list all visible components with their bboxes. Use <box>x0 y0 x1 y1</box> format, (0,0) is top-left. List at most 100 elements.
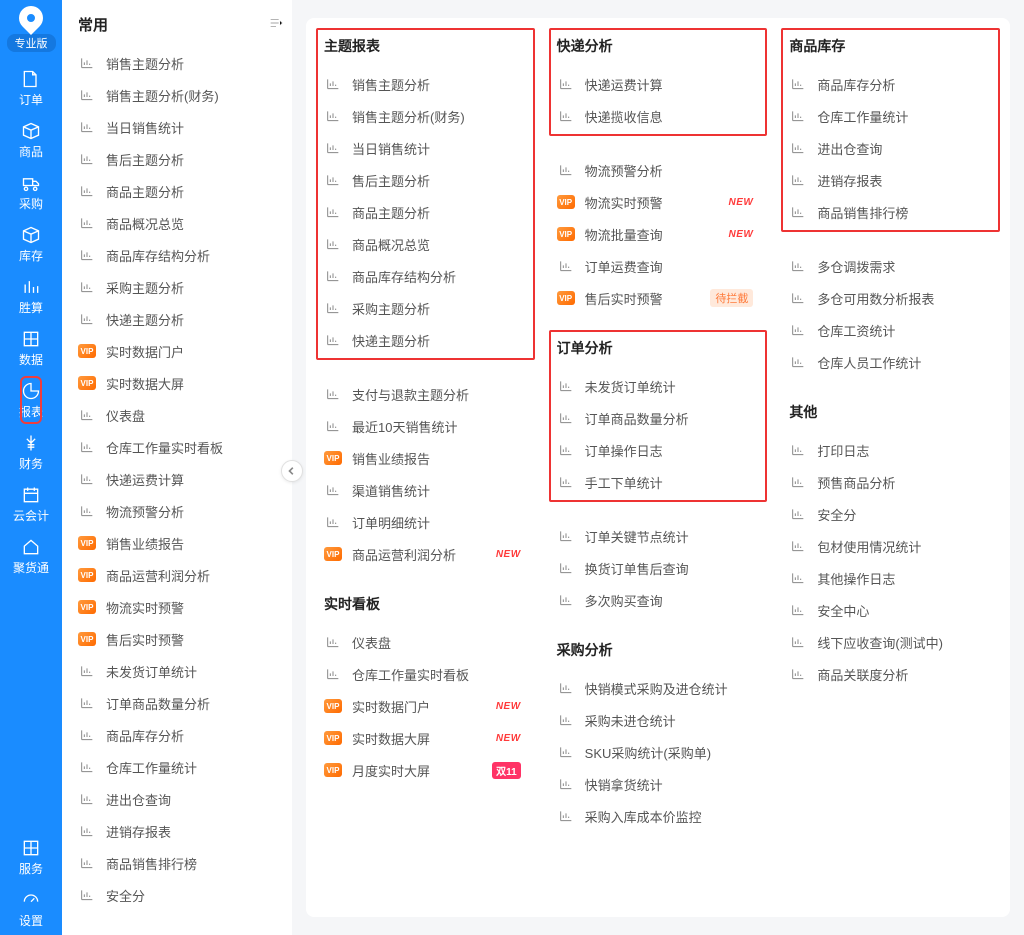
nav-item-胜算[interactable]: 胜算 <box>13 270 49 322</box>
report-item[interactable]: 安全分 <box>789 498 992 530</box>
report-item[interactable]: 进销存报表 <box>78 815 284 847</box>
report-item[interactable]: VIP实时数据大屏NEW <box>324 722 527 754</box>
report-item[interactable]: 未发货订单统计 <box>78 655 284 687</box>
report-item[interactable]: VIP实时数据门户 <box>78 335 284 367</box>
report-item[interactable]: 销售主题分析 <box>78 47 284 79</box>
report-item[interactable]: 当日销售统计 <box>324 132 527 164</box>
report-item[interactable]: 仓库人员工作统计 <box>789 346 992 378</box>
report-item[interactable]: 当日销售统计 <box>78 111 284 143</box>
report-item[interactable]: 预售商品分析 <box>789 466 992 498</box>
report-item[interactable]: 仓库工资统计 <box>789 314 992 346</box>
report-item[interactable]: 商品销售排行榜 <box>78 847 284 879</box>
nav-item-订单[interactable]: 订单 <box>13 62 49 114</box>
nav-item-采购[interactable]: 采购 <box>13 166 49 218</box>
report-item[interactable]: 其他操作日志 <box>789 562 992 594</box>
report-item[interactable]: VIP售后实时预警待拦截 <box>557 282 760 314</box>
report-item[interactable]: 仓库工作量统计 <box>78 751 284 783</box>
nav-item-财务[interactable]: 财务 <box>13 426 49 478</box>
report-item[interactable]: VIP物流批量查询NEW <box>557 218 760 250</box>
report-item[interactable]: 快递主题分析 <box>78 303 284 335</box>
report-item[interactable]: 销售主题分析(财务) <box>324 100 527 132</box>
report-item[interactable]: 物流预警分析 <box>557 154 760 186</box>
report-item[interactable]: 物流预警分析 <box>78 495 284 527</box>
report-item[interactable]: 进销存报表 <box>789 164 992 196</box>
report-item[interactable]: 包材使用情况统计 <box>789 530 992 562</box>
report-item[interactable]: 订单关键节点统计 <box>557 520 760 552</box>
report-item[interactable]: VIP售后实时预警 <box>78 623 284 655</box>
report-item[interactable]: 快递运费计算 <box>78 463 284 495</box>
panel-config-icon[interactable] <box>268 15 284 35</box>
report-item[interactable]: VIP月度实时大屏双11 <box>324 754 527 786</box>
report-item[interactable]: 售后主题分析 <box>324 164 527 196</box>
report-item[interactable]: 商品销售排行榜 <box>789 196 992 228</box>
report-item[interactable]: 多仓可用数分析报表 <box>789 282 992 314</box>
nav-item-设置[interactable]: 设置 <box>19 883 43 935</box>
report-item[interactable]: VIP物流实时预警 <box>78 591 284 623</box>
report-item[interactable]: 快销模式采购及进仓统计 <box>557 672 760 704</box>
report-item[interactable]: 采购主题分析 <box>324 292 527 324</box>
report-item[interactable]: 仪表盘 <box>78 399 284 431</box>
nav-item-商品[interactable]: 商品 <box>13 114 49 166</box>
nav-item-服务[interactable]: 服务 <box>19 831 43 883</box>
report-item[interactable]: 线下应收查询(测试中) <box>789 626 992 658</box>
report-item[interactable]: 换货订单售后查询 <box>557 552 760 584</box>
report-column: 商品库存商品库存分析仓库工作量统计进出仓查询进销存报表商品销售排行榜多仓调拨需求… <box>789 34 992 901</box>
report-item[interactable]: 渠道销售统计 <box>324 474 527 506</box>
report-item[interactable]: 售后主题分析 <box>78 143 284 175</box>
report-item[interactable]: 商品库存结构分析 <box>324 260 527 292</box>
nav-item-数据[interactable]: 数据 <box>13 322 49 374</box>
nav-item-报表[interactable]: 报表 <box>13 374 49 426</box>
report-item[interactable]: 仪表盘 <box>324 626 527 658</box>
report-item[interactable]: 商品库存分析 <box>789 68 992 100</box>
report-item[interactable]: 订单商品数量分析 <box>78 687 284 719</box>
nav-item-云会计[interactable]: 云会计 <box>13 478 49 530</box>
report-item[interactable]: VIP销售业绩报告 <box>324 442 527 474</box>
report-item[interactable]: 商品主题分析 <box>78 175 284 207</box>
report-item[interactable]: 销售主题分析(财务) <box>78 79 284 111</box>
report-item[interactable]: 订单操作日志 <box>557 434 760 466</box>
collapse-panel-button[interactable] <box>281 460 303 482</box>
report-item[interactable]: VIP实时数据门户NEW <box>324 690 527 722</box>
report-item[interactable]: 支付与退款主题分析 <box>324 378 527 410</box>
report-item[interactable]: 多次购买查询 <box>557 584 760 616</box>
report-item[interactable]: 商品概况总览 <box>78 207 284 239</box>
nav-item-聚货通[interactable]: 聚货通 <box>13 530 49 582</box>
report-item[interactable]: 采购入库成本价监控 <box>557 800 760 832</box>
report-item[interactable]: 多仓调拨需求 <box>789 250 992 282</box>
report-item[interactable]: 打印日志 <box>789 434 992 466</box>
report-item[interactable]: 快递运费计算 <box>557 68 760 100</box>
report-item[interactable]: 安全中心 <box>789 594 992 626</box>
report-item[interactable]: 进出仓查询 <box>78 783 284 815</box>
report-item[interactable]: 安全分 <box>78 879 284 911</box>
report-item[interactable]: VIP物流实时预警NEW <box>557 186 760 218</box>
report-item[interactable]: 销售主题分析 <box>324 68 527 100</box>
report-item[interactable]: 快递主题分析 <box>324 324 527 356</box>
report-item[interactable]: 商品主题分析 <box>324 196 527 228</box>
nav-item-库存[interactable]: 库存 <box>13 218 49 270</box>
report-item[interactable]: 快递揽收信息 <box>557 100 760 132</box>
report-item[interactable]: 采购主题分析 <box>78 271 284 303</box>
row-icon <box>324 75 342 93</box>
report-item[interactable]: VIP商品运营利润分析 <box>78 559 284 591</box>
report-item[interactable]: SKU采购统计(采购单) <box>557 736 760 768</box>
row-icon <box>78 502 96 520</box>
report-item[interactable]: VIP销售业绩报告 <box>78 527 284 559</box>
report-item[interactable]: 订单明细统计 <box>324 506 527 538</box>
report-item[interactable]: 商品概况总览 <box>324 228 527 260</box>
report-item[interactable]: 快销拿货统计 <box>557 768 760 800</box>
report-item[interactable]: 订单运费查询 <box>557 250 760 282</box>
report-item[interactable]: 未发货订单统计 <box>557 370 760 402</box>
report-item[interactable]: 商品库存结构分析 <box>78 239 284 271</box>
report-item[interactable]: 仓库工作量实时看板 <box>324 658 527 690</box>
report-item[interactable]: 最近10天销售统计 <box>324 410 527 442</box>
report-item[interactable]: VIP实时数据大屏 <box>78 367 284 399</box>
report-item[interactable]: VIP商品运营利润分析NEW <box>324 538 527 570</box>
report-item[interactable]: 仓库工作量实时看板 <box>78 431 284 463</box>
report-item[interactable]: 商品库存分析 <box>78 719 284 751</box>
report-item[interactable]: 订单商品数量分析 <box>557 402 760 434</box>
report-item[interactable]: 商品关联度分析 <box>789 658 992 690</box>
report-item[interactable]: 仓库工作量统计 <box>789 100 992 132</box>
report-item[interactable]: 手工下单统计 <box>557 466 760 498</box>
report-item[interactable]: 进出仓查询 <box>789 132 992 164</box>
report-item[interactable]: 采购未进仓统计 <box>557 704 760 736</box>
